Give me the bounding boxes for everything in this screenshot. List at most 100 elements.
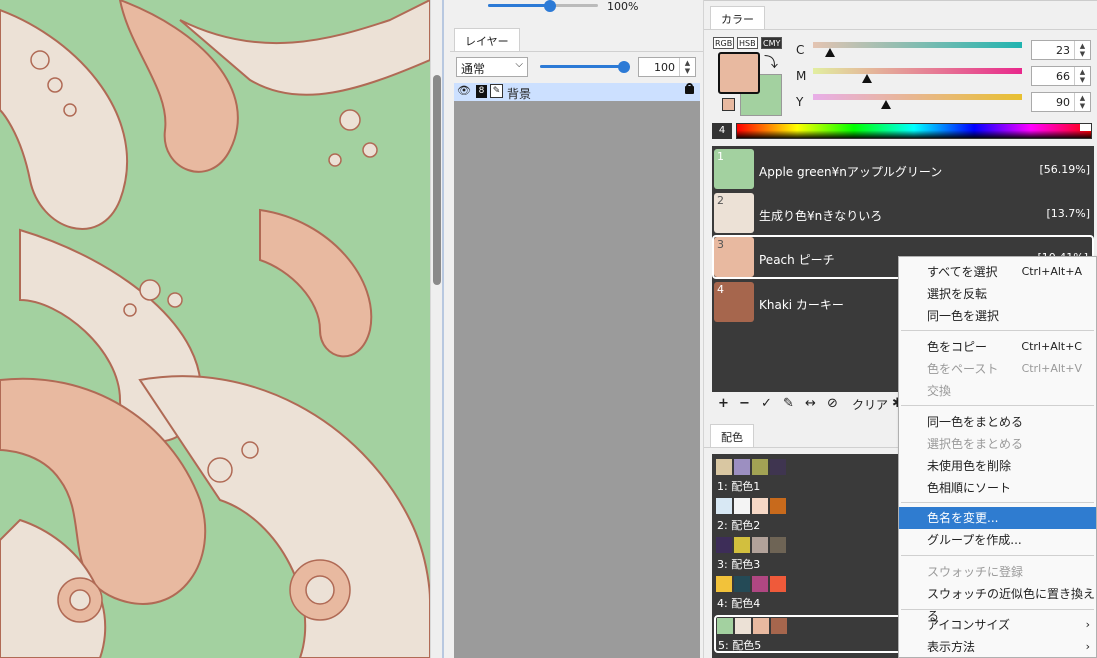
- layer-opacity-field[interactable]: 100 ▲ ▼: [638, 57, 696, 77]
- top-opacity-slider[interactable]: [458, 0, 698, 14]
- menu-separator: [901, 405, 1094, 406]
- magenta-value: 66: [1056, 70, 1070, 83]
- tab-color[interactable]: カラー: [710, 6, 765, 30]
- reset-colors-icon[interactable]: [722, 98, 735, 111]
- mode-rgb-button[interactable]: RGB: [713, 37, 735, 49]
- cyan-value-field[interactable]: 23 ▲ ▼: [1031, 40, 1091, 60]
- shortcut-label: Ctrl+Alt+V: [1021, 362, 1082, 375]
- swatch-name: Peach ピーチ: [759, 253, 835, 267]
- color-scheme-item[interactable]: 3: 配色3: [714, 535, 914, 573]
- swatch-name: 生成り色¥nきなりいろ: [759, 209, 883, 223]
- menu-item-copy-color[interactable]: 色をコピー Ctrl+Alt+C: [899, 336, 1096, 358]
- paisley-artwork: [0, 0, 430, 658]
- image-canvas[interactable]: [0, 0, 430, 658]
- swap-colors-icon[interactable]: ⤵: [764, 52, 778, 72]
- chevron-down-icon: ⌵: [515, 59, 523, 70]
- menu-item-sort-by-hue[interactable]: 色相順にソート: [899, 477, 1096, 499]
- spin-arrows-icon[interactable]: ▲ ▼: [679, 58, 695, 76]
- scheme-color-chip: [770, 459, 786, 475]
- magenta-slider-knob[interactable]: [862, 74, 873, 83]
- yellow-label: Y: [796, 95, 804, 109]
- menu-item-select-same-color[interactable]: 同一色を選択: [899, 305, 1096, 327]
- tab-color-scheme[interactable]: 配色: [710, 424, 754, 448]
- menu-separator: [901, 502, 1094, 503]
- menu-item-register-swatch[interactable]: スウォッチに登録: [899, 561, 1096, 583]
- canvas-vertical-scrollbar[interactable]: [430, 0, 442, 658]
- tab-layer[interactable]: レイヤー: [454, 28, 520, 52]
- scheme-label: 3: 配色3: [717, 558, 761, 571]
- scheme-color-chip: [734, 537, 750, 553]
- menu-item-icon-size[interactable]: アイコンサイズ ›: [899, 614, 1096, 636]
- chevron-right-icon: ›: [1085, 618, 1090, 631]
- scheme-color-chip: [716, 459, 732, 475]
- cyan-label: C: [796, 43, 805, 57]
- menu-item-rename-color[interactable]: 色名を変更...: [899, 507, 1096, 529]
- mode-cmy-button[interactable]: CMY: [761, 37, 783, 49]
- pencil-icon[interactable]: ✎: [783, 396, 794, 411]
- menu-item-create-group[interactable]: グループを作成...: [899, 529, 1096, 551]
- pencil-icon[interactable]: ✎: [490, 84, 503, 98]
- layer-opacity-slider[interactable]: [540, 60, 630, 74]
- layer-opacity-value: 100: [654, 61, 675, 74]
- cyan-value: 23: [1056, 44, 1070, 57]
- scrollbar-thumb[interactable]: [433, 75, 441, 285]
- scheme-color-chip: [770, 537, 786, 553]
- menu-item-merge-same-colors[interactable]: 同一色をまとめる: [899, 411, 1096, 433]
- menu-item-paste-color[interactable]: 色をペースト Ctrl+Alt+V: [899, 358, 1096, 380]
- prohibit-icon[interactable]: ⊘: [827, 396, 838, 411]
- layer-row[interactable]: 👁 8 ✎ 背景: [454, 83, 700, 101]
- menu-item-merge-selected-colors[interactable]: 選択色をまとめる: [899, 433, 1096, 455]
- clear-button[interactable]: クリア: [852, 396, 888, 413]
- cyan-slider[interactable]: [813, 42, 1022, 48]
- check-icon[interactable]: ✓: [761, 396, 772, 411]
- magenta-label: M: [796, 69, 807, 83]
- bit-depth-badge: 8: [476, 85, 487, 98]
- menu-item-swap[interactable]: 交換: [899, 380, 1096, 402]
- yellow-slider-knob[interactable]: [881, 100, 892, 109]
- spin-arrows-icon[interactable]: ▲ ▼: [1074, 41, 1090, 59]
- color-scheme-item[interactable]: 2: 配色2: [714, 496, 914, 534]
- scheme-color-chip: [752, 459, 768, 475]
- yellow-value-field[interactable]: 90 ▲ ▼: [1031, 92, 1091, 112]
- menu-item-replace-with-nearest-swatch[interactable]: スウォッチの近似色に置き換える: [899, 583, 1096, 623]
- remove-swatch-icon[interactable]: −: [739, 396, 750, 411]
- layer-name[interactable]: 背景: [507, 85, 531, 102]
- menu-item-display-method[interactable]: 表示方法 ›: [899, 636, 1096, 658]
- scheme-color-chip: [735, 618, 751, 634]
- spin-arrows-icon[interactable]: ▲ ▼: [1074, 93, 1090, 111]
- color-scheme-item-selected[interactable]: 5: 配色5: [714, 615, 914, 653]
- scheme-color-chip: [770, 576, 786, 592]
- blend-mode-select[interactable]: 通常 ⌵: [456, 57, 528, 77]
- swatch-item[interactable]: 1 Apple green¥nアップルグリーン [56.19%]: [712, 147, 1094, 191]
- mode-hsb-button[interactable]: HSB: [737, 37, 758, 49]
- menu-item-delete-unused-colors[interactable]: 未使用色を削除: [899, 455, 1096, 477]
- spin-arrows-icon[interactable]: ▲ ▼: [1074, 67, 1090, 85]
- scheme-color-chip: [734, 498, 750, 514]
- scheme-label: 4: 配色4: [717, 597, 761, 610]
- foreground-color-swatch[interactable]: [718, 52, 760, 94]
- scheme-color-chip: [716, 537, 732, 553]
- scheme-color-chip: [716, 576, 732, 592]
- top-opacity-label: 100%: [607, 0, 639, 13]
- menu-item-invert-selection[interactable]: 選択を反転: [899, 283, 1096, 305]
- panel-splitter[interactable]: [442, 0, 450, 658]
- magenta-value-field[interactable]: 66 ▲ ▼: [1031, 66, 1091, 86]
- color-scheme-item[interactable]: 1: 配色1: [714, 457, 914, 495]
- color-spectrum[interactable]: [736, 123, 1092, 139]
- swatch-item[interactable]: 2 生成り色¥nきなりいろ [13.7%]: [712, 191, 1094, 235]
- swatch-name: Khaki カーキー: [759, 298, 844, 312]
- scheme-color-chip: [752, 498, 768, 514]
- yellow-slider[interactable]: [813, 94, 1022, 100]
- magenta-slider[interactable]: [813, 68, 1022, 74]
- cyan-slider-knob[interactable]: [824, 48, 835, 57]
- swap-icon[interactable]: ↔: [805, 396, 816, 411]
- color-scheme-item[interactable]: 4: 配色4: [714, 574, 914, 612]
- swatch-percentage: [13.7%]: [1046, 207, 1090, 220]
- scheme-color-chip: [717, 618, 733, 634]
- scheme-label: 5: 配色5: [718, 639, 762, 652]
- menu-separator: [901, 330, 1094, 331]
- menu-item-select-all[interactable]: すべてを選択 Ctrl+Alt+A: [899, 261, 1096, 283]
- add-swatch-icon[interactable]: +: [718, 396, 729, 411]
- eye-icon[interactable]: 👁: [457, 84, 471, 97]
- layer-list: 👁 8 ✎ 背景: [454, 83, 700, 658]
